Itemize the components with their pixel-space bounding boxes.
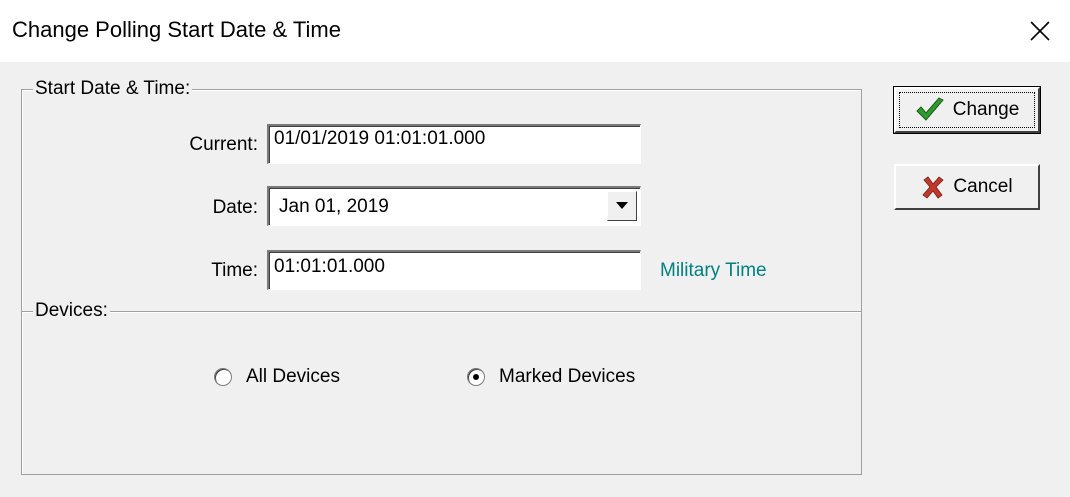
cancel-button-label: Cancel <box>953 176 1013 197</box>
close-icon <box>1030 21 1050 41</box>
devices-legend: Devices: <box>33 300 110 322</box>
change-button[interactable]: Change <box>893 86 1041 134</box>
radio-selected-dot <box>473 374 479 380</box>
radio-all-devices-circle[interactable] <box>214 368 232 386</box>
time-label: Time: <box>211 260 258 281</box>
dialog-title: Change Polling Start Date & Time <box>12 17 341 42</box>
devices-group <box>21 311 862 475</box>
radio-marked-devices[interactable]: Marked Devices <box>467 366 635 388</box>
dropdown-arrow-icon <box>616 202 628 209</box>
radio-all-devices[interactable]: All Devices <box>214 366 340 388</box>
date-label: Date: <box>212 197 258 218</box>
date-dropdown-button[interactable] <box>607 191 637 221</box>
date-dropdown[interactable]: Jan 01, 2019 <box>267 186 641 226</box>
dialog-window: Change Polling Start Date & Time Start D… <box>0 0 1070 497</box>
cancel-button[interactable]: Cancel <box>894 164 1040 210</box>
radio-marked-devices-label: Marked Devices <box>499 366 636 387</box>
date-value: Jan 01, 2019 <box>279 196 389 217</box>
close-button[interactable] <box>1010 0 1070 62</box>
radio-all-devices-label: All Devices <box>246 366 340 387</box>
title-bar: Change Polling Start Date & Time <box>0 0 1070 62</box>
radio-marked-devices-circle[interactable] <box>467 368 485 386</box>
x-icon <box>921 175 945 199</box>
current-field[interactable]: 01/01/2019 01:01:01.000 <box>267 124 641 164</box>
start-datetime-legend: Start Date & Time: <box>33 78 193 100</box>
current-label: Current: <box>189 134 258 155</box>
time-input[interactable]: 01:01:01.000 <box>267 250 641 290</box>
focus-rectangle <box>899 92 1035 128</box>
military-time-hint: Military Time <box>660 260 767 281</box>
